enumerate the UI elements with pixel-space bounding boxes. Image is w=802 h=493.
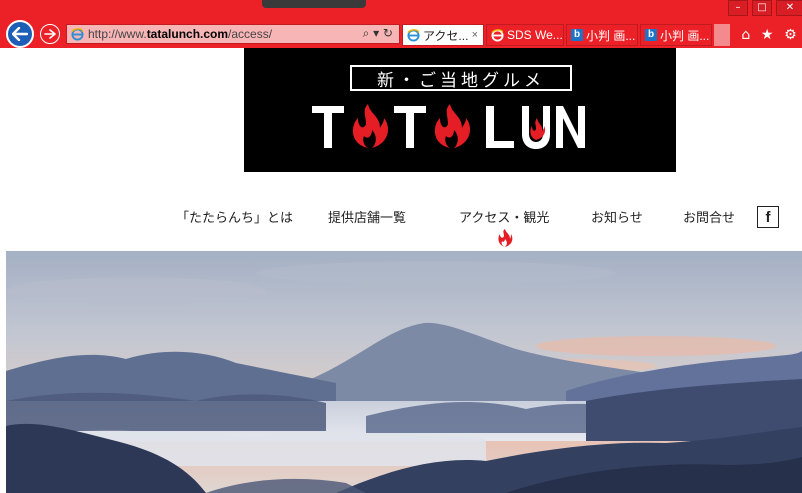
address-bar[interactable]: http://www.tatalunch.com/access/ ⌕ ▾ ↻ — [66, 24, 400, 44]
back-button[interactable] — [6, 20, 34, 48]
tab-bing-1[interactable]: b 小判 画... — [566, 24, 638, 46]
logo-title — [244, 100, 676, 156]
bing-icon: b — [571, 29, 583, 41]
ie-icon — [407, 28, 420, 42]
tab-label: 小判 画... — [660, 28, 710, 43]
tab-bing-2[interactable]: b 小判 画... — [640, 24, 712, 46]
close-window-button[interactable]: ✕ — [776, 0, 802, 16]
search-refresh-icons[interactable]: ⌕ ▾ ↻ — [363, 26, 393, 41]
tab-label: 小判 画... — [586, 28, 636, 43]
ie-icon — [71, 27, 84, 41]
minimize-button[interactable]: – — [728, 0, 748, 16]
star-icon[interactable]: ★ — [761, 27, 774, 43]
ie-icon — [491, 28, 504, 42]
nav-about[interactable]: 「たたらんち」とは — [176, 207, 293, 226]
new-tab-button[interactable] — [714, 24, 730, 46]
arrow-left-icon — [12, 27, 28, 41]
hero-landscape-image — [6, 251, 802, 493]
title-bar-handle — [262, 0, 366, 8]
active-nav-flame-icon — [498, 229, 513, 247]
nav-contact[interactable]: お問合せ — [683, 207, 735, 226]
nav-access[interactable]: アクセス・観光 — [459, 207, 549, 226]
address-url: http://www.tatalunch.com/access/ — [88, 27, 273, 41]
logo-subtitle: 新・ご当地グルメ — [350, 65, 572, 91]
tab-close-icon[interactable]: × — [472, 29, 478, 41]
nav-shops[interactable]: 提供店舗一覧 — [328, 207, 406, 226]
browser-toolbar: ⌂ ★ ⚙ — [736, 25, 802, 45]
site-logo[interactable]: 新・ご当地グルメ — [244, 48, 676, 172]
home-icon[interactable]: ⌂ — [741, 27, 750, 43]
tab-sds[interactable]: SDS We... — [486, 24, 564, 46]
tab-label: SDS We... — [507, 28, 563, 42]
forward-button[interactable] — [40, 24, 60, 44]
tab-label: アクセ... — [423, 28, 469, 43]
logo-wordmark — [312, 104, 585, 149]
site-nav: 「たたらんち」とは 提供店舗一覧 アクセス・観光 お知らせ お問合せ — [0, 200, 802, 234]
maximize-button[interactable]: □ — [752, 0, 772, 16]
bing-icon: b — [645, 29, 657, 41]
arrow-right-icon — [44, 29, 56, 39]
browser-chrome: – □ ✕ http://www.tatalunch.com/access/ ⌕… — [0, 0, 802, 48]
tab-access[interactable]: アクセ... × — [402, 24, 484, 46]
gear-icon[interactable]: ⚙ — [784, 27, 797, 43]
facebook-icon[interactable]: f — [757, 206, 779, 228]
nav-news[interactable]: お知らせ — [591, 207, 643, 226]
